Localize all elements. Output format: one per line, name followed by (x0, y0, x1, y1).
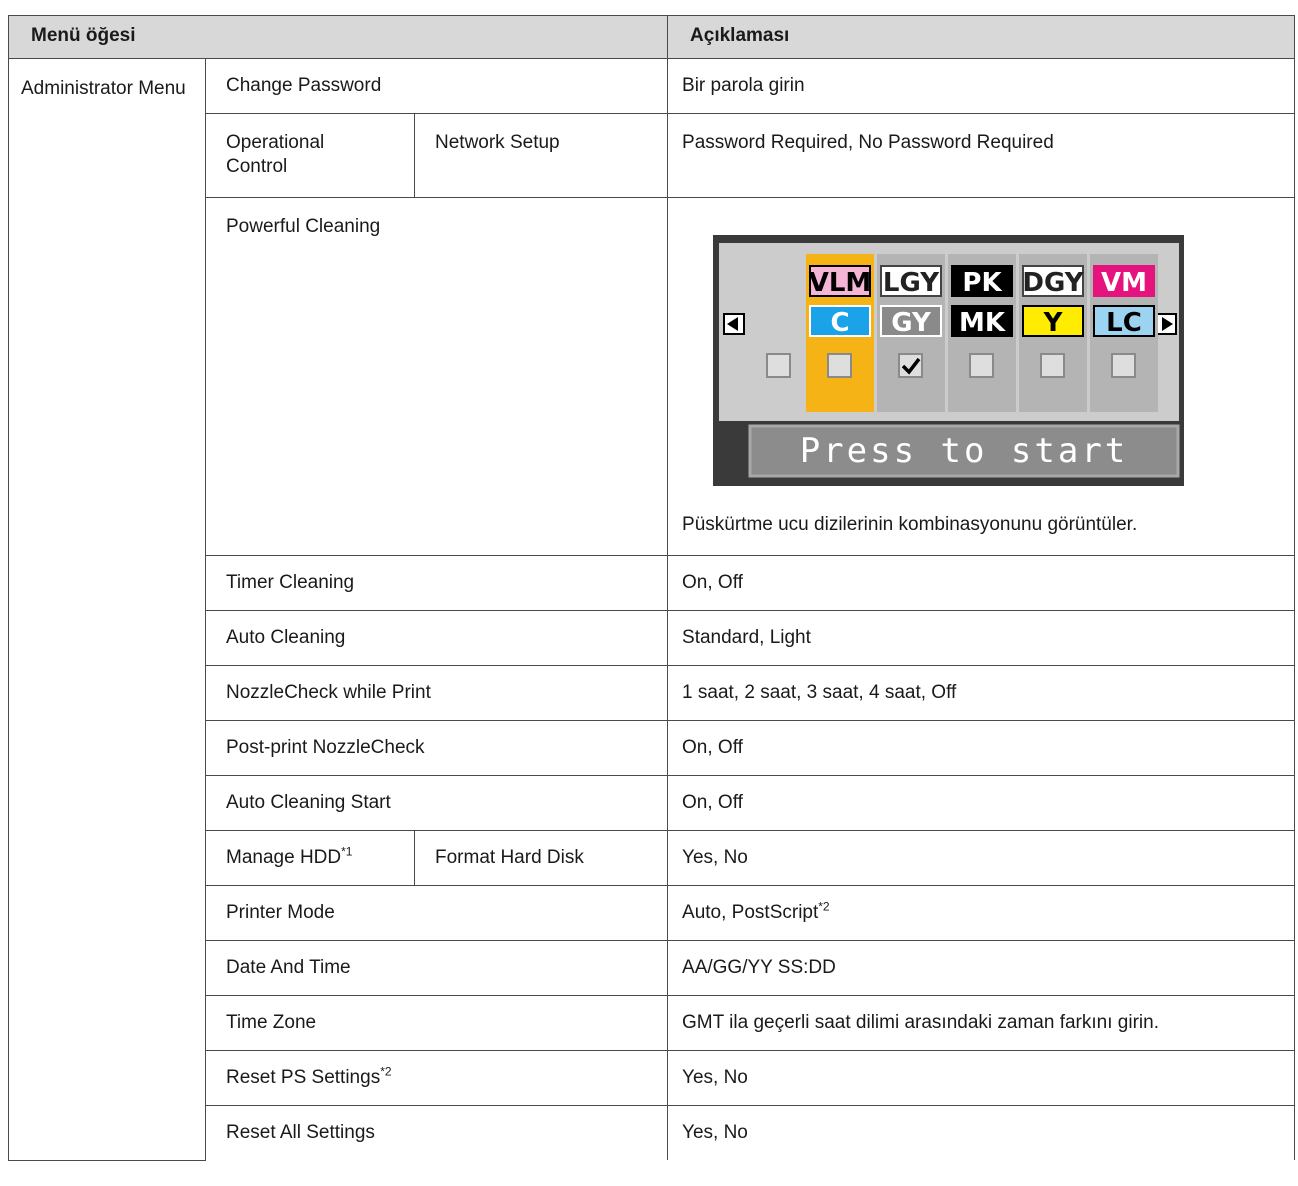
footnote-mark: *2 (380, 1064, 392, 1079)
press-to-start-label: Press to start (800, 431, 1129, 471)
ink-label-text: MK (959, 308, 1006, 338)
ink-label-text: LGY (883, 268, 940, 298)
ink-label-text: GY (891, 308, 932, 338)
slot-checkbox[interactable] (898, 353, 924, 378)
menu-item: Date And Time (204, 940, 669, 996)
ink-label-text: LC (1106, 308, 1142, 338)
menu-item-desc: On, Off (667, 555, 1296, 611)
table-header: Menü öğesi Açıklaması (7, 15, 1296, 59)
footnote-mark: *1 (341, 844, 353, 859)
menu-item: Reset PS Settings*2 (204, 1050, 669, 1106)
menu-item-desc: 1 saat, 2 saat, 3 saat, 4 saat, Off (667, 665, 1296, 721)
table-row: Administrator Menu Change Password Bir p… (8, 58, 1296, 1161)
item-text: Operational Control (226, 132, 325, 177)
slot-checkbox[interactable] (969, 353, 995, 378)
ink-label-text: DGY (1022, 268, 1084, 298)
menu-item-desc: Bir parola girin (667, 58, 1296, 114)
menu-item-desc: Yes, No (667, 1105, 1296, 1160)
menu-item-desc: Auto, PostScript*2 (667, 885, 1296, 941)
ink-label-text: PK (962, 268, 1002, 298)
menu-item: Printer Mode (204, 885, 669, 941)
menu-item: NozzleCheck while Print (204, 665, 669, 721)
menu-item-desc: VLM C LGY GY PK MK DGY Y VM LC Press to start Püs… (667, 197, 1296, 556)
slot-checkbox[interactable] (1111, 353, 1137, 378)
menu-subitem: Network Setup (413, 113, 669, 198)
item-text: Reset PS Settings (226, 1067, 381, 1088)
slot-checkbox[interactable] (766, 353, 792, 378)
footnote-mark: *2 (818, 899, 830, 914)
column-header-description: Açıklaması (667, 15, 1296, 59)
menu-item-desc: GMT ila geçerli saat dilimi arasındaki z… (667, 995, 1296, 1051)
menu-item-desc: On, Off (667, 720, 1296, 776)
column-header-menu: Menü öğesi (7, 15, 669, 59)
arrow-left-icon[interactable] (723, 313, 746, 335)
lcd-screenshot: VLM C LGY GY PK MK DGY Y VM LC Press to start (682, 215, 1280, 493)
menu-item: Manage HDD*1 (205, 830, 415, 886)
menu-item-desc: On, Off (667, 775, 1296, 831)
arrow-right-icon[interactable] (1155, 313, 1178, 335)
slot-checkbox[interactable] (1040, 353, 1066, 378)
ink-label-text: VM (1101, 268, 1147, 298)
item-text: Manage HDD (226, 847, 342, 868)
menu-item: Post-print NozzleCheck (204, 720, 669, 776)
menu-item: Timer Cleaning (204, 555, 669, 611)
powerful-cleaning-lcd: VLM C LGY GY PK MK DGY Y VM LC Press to start (713, 235, 1186, 486)
menu-item: Auto Cleaning (204, 610, 669, 666)
menu-item-desc: Password Required, No Password Required (667, 113, 1296, 198)
menu-item-desc: Yes, No (667, 830, 1296, 886)
group-label: Administrator Menu (8, 58, 206, 1161)
menu-item: Operational Control (205, 113, 415, 198)
ink-label-text: Y (1043, 308, 1064, 338)
menu-item: Time Zone (204, 995, 669, 1051)
menu-item-desc: Standard, Light (667, 610, 1296, 666)
slot-checkbox[interactable] (827, 353, 853, 378)
menu-item-desc: AA/GG/YY SS:DD (667, 940, 1296, 996)
menu-item: Powerful Cleaning (204, 197, 669, 556)
menu-item: Auto Cleaning Start (204, 775, 669, 831)
ink-label-text: C (830, 308, 849, 338)
menu-subitem: Format Hard Disk (413, 830, 669, 886)
menu-item: Reset All Settings (204, 1105, 669, 1160)
menu-item: Change Password (204, 58, 669, 114)
desc-text: Auto, PostScript (682, 902, 819, 923)
powerful-cleaning-caption: Püskürtme ucu dizilerinin kombinasyonunu… (682, 514, 1138, 535)
ink-label-text: VLM (809, 268, 872, 298)
admin-menu-table: Menü öğesi Açıklaması Administrator Menu… (7, 15, 1296, 1161)
menu-item-desc: Yes, No (667, 1050, 1296, 1106)
